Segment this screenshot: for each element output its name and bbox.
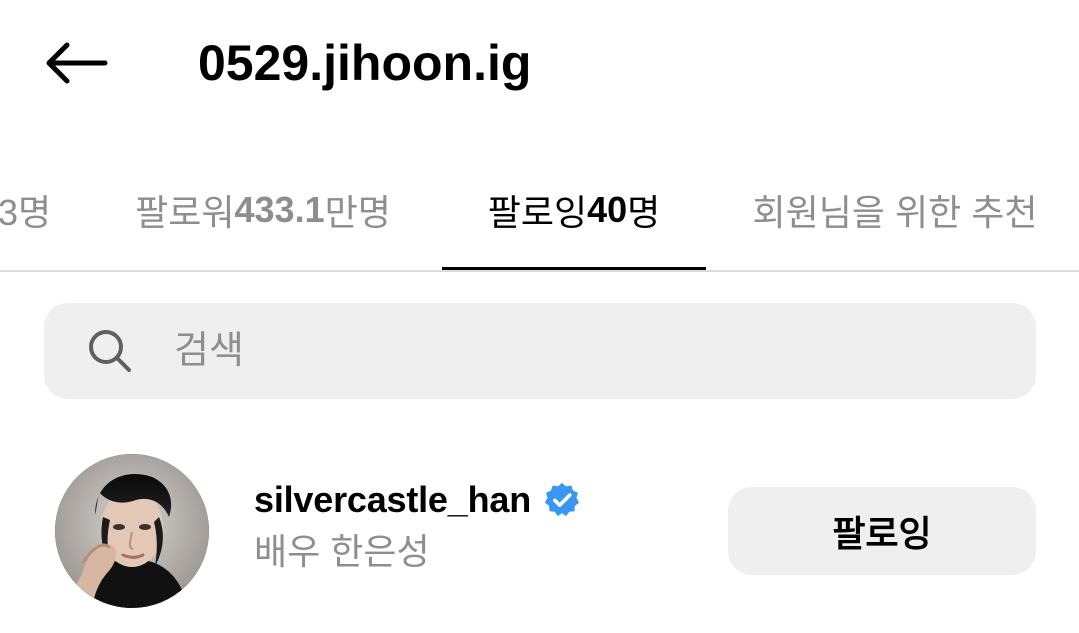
tab-label: 팔로워 xyxy=(135,192,235,233)
display-name: 배우 한은성 xyxy=(254,531,430,572)
tab-following[interactable]: 팔로잉 40 명 xyxy=(442,150,706,270)
list-item[interactable]: silvercastle_han 배우 한은성 팔로잉 xyxy=(0,442,1079,622)
top-app-bar: 0529.jihoon.ig xyxy=(0,0,1079,125)
profile-photo xyxy=(55,454,209,608)
tab-followers[interactable]: 팔로워 433.1 만명 xyxy=(112,150,414,270)
arrow-left-icon xyxy=(46,42,108,84)
page-title: 0529.jihoon.ig xyxy=(198,35,532,91)
tab-label: 3명 xyxy=(0,192,52,233)
tab-label: 회원님을 위한 추천 xyxy=(752,192,1038,233)
avatar[interactable] xyxy=(55,454,209,608)
tab-mutual[interactable]: 3명 xyxy=(0,150,58,270)
tab-count: 40 xyxy=(587,189,628,230)
search-bar[interactable] xyxy=(44,303,1036,399)
tab-count: 433.1 xyxy=(234,189,325,230)
following-list-screen: 0529.jihoon.ig 3명 팔로워 433.1 만명 팔로잉 40 명 회원… xyxy=(0,0,1079,633)
username: silvercastle_han xyxy=(254,479,531,520)
active-tab-indicator xyxy=(442,267,706,270)
verified-badge-icon xyxy=(544,482,580,517)
username-link[interactable]: silvercastle_han xyxy=(254,476,581,524)
following-button[interactable]: 팔로잉 xyxy=(728,487,1036,575)
search-input[interactable] xyxy=(174,313,994,389)
tab-suggested[interactable]: 회원님을 위한 추천 xyxy=(730,150,1060,270)
search-icon xyxy=(89,330,131,372)
follow-tabs: 3명 팔로워 433.1 만명 팔로잉 40 명 회원님을 위한 추천 xyxy=(0,150,1079,272)
tab-label: 팔로잉 xyxy=(487,192,588,233)
tab-count-suffix: 만명 xyxy=(324,192,391,233)
tab-count-suffix: 명 xyxy=(627,192,661,233)
back-button[interactable] xyxy=(38,30,114,96)
